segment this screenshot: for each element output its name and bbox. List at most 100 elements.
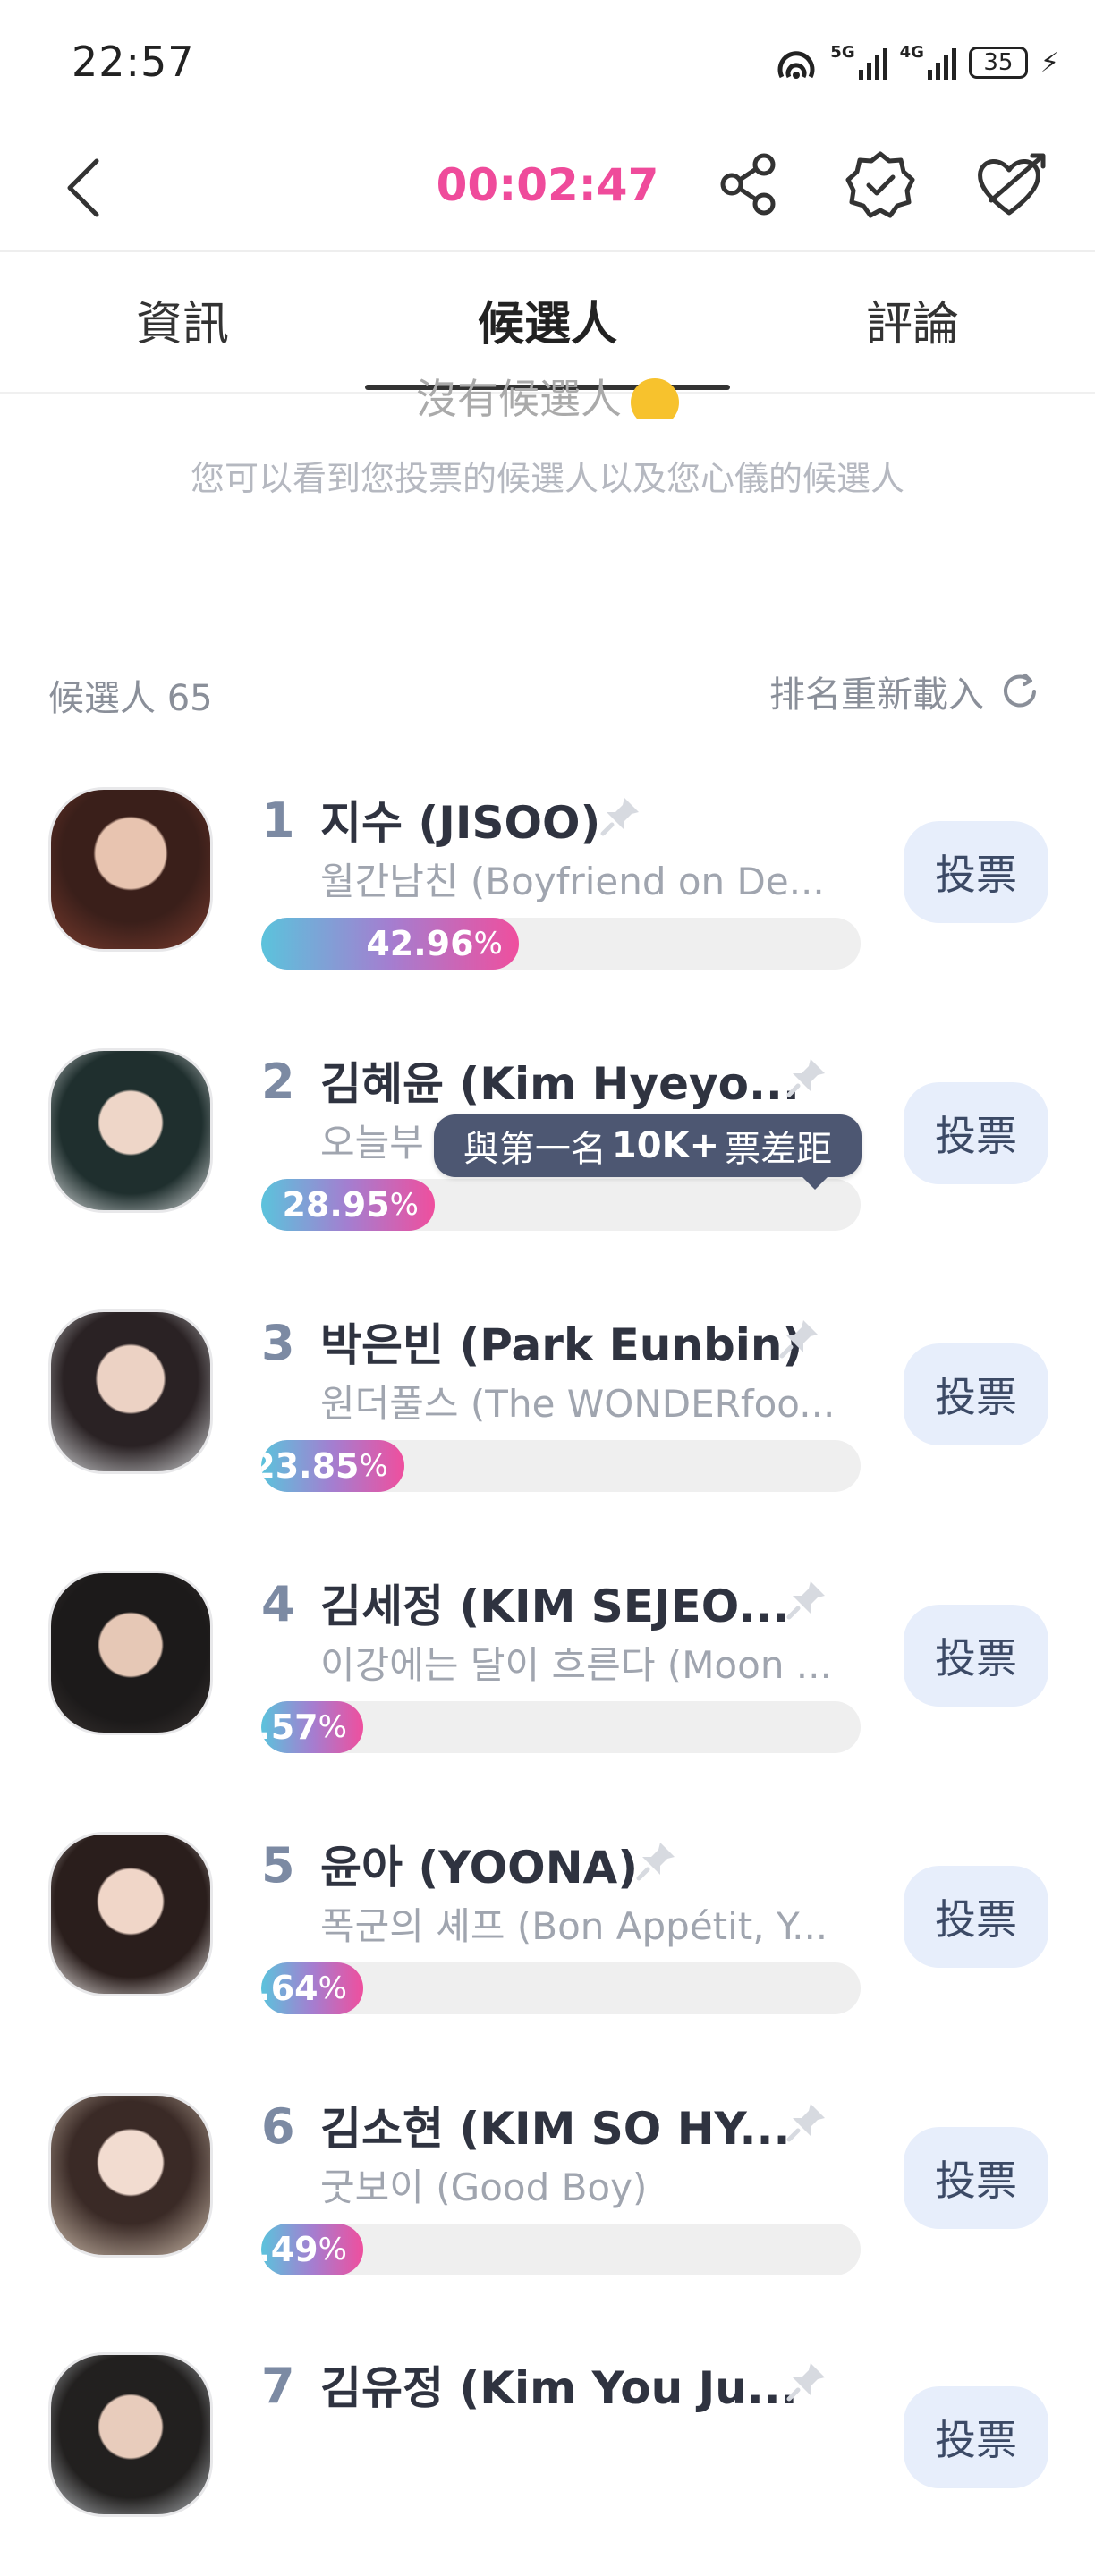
- pin-icon[interactable]: [784, 1576, 830, 1623]
- candidate-work: 폭군의 셰프 (Bon Appétit, Y...: [320, 1904, 828, 1948]
- signal-4g-icon: 4G: [900, 45, 956, 80]
- vote-percentage-fill: 28.95%: [261, 1179, 435, 1231]
- candidate-avatar[interactable]: [48, 1309, 213, 1474]
- tab-info[interactable]: 資訊: [4, 286, 361, 353]
- vote-percentage-fill: 0.49%: [261, 2224, 363, 2275]
- candidate-avatar[interactable]: [48, 1832, 213, 1996]
- empty-state-title: 沒有候選人: [0, 374, 1095, 419]
- pin-icon[interactable]: [784, 1054, 830, 1100]
- candidate-name: 김소현 (KIM SO HY...: [320, 2103, 791, 2155]
- candidate-rank: 2: [261, 1054, 295, 1110]
- signal-5g-icon: 5G: [830, 45, 887, 80]
- countdown-timer: 00:02:47: [436, 159, 659, 211]
- candidate-rank: 1: [261, 792, 295, 849]
- candidate-name: 김혜윤 (Kim Hyeyo...: [320, 1058, 800, 1110]
- vote-button[interactable]: 投票: [904, 1343, 1048, 1445]
- battery-icon: 35: [968, 47, 1028, 79]
- heart-arrow-icon[interactable]: [973, 147, 1048, 222]
- status-time: 22:57: [72, 38, 195, 86]
- refresh-icon: [1004, 674, 1036, 708]
- candidate-work: 이강에는 달이 흐른다 (Moon ...: [320, 1643, 832, 1687]
- percent-sign: %: [473, 926, 503, 962]
- percent-sign: %: [318, 1709, 347, 1745]
- candidate-row[interactable]: 1 지수 (JISOO) 월간남친 (Boyfriend on De... 42.96…: [0, 751, 1095, 1011]
- pin-icon[interactable]: [784, 2358, 830, 2404]
- tooltip-highlight: 10K+: [611, 1125, 720, 1166]
- percent-sign: %: [318, 2232, 347, 2267]
- vote-button[interactable]: 投票: [904, 821, 1048, 923]
- candidate-name: 윤아 (YOONA): [320, 1842, 639, 1894]
- pin-icon[interactable]: [633, 1837, 680, 1884]
- vote-percentage-fill: 1.57%: [261, 1701, 363, 1753]
- percent-sign: %: [318, 1970, 347, 2006]
- vote-percentage-fill: 42.96%: [261, 918, 519, 970]
- network-5g-label: 5G: [830, 43, 855, 62]
- candidate-avatar[interactable]: [48, 2352, 213, 2517]
- candidate-avatar[interactable]: [48, 1048, 213, 1213]
- candidate-name: 박은빈 (Park Eunbin): [320, 1319, 803, 1371]
- candidate-rank: 4: [261, 1576, 295, 1632]
- vote-button[interactable]: 投票: [904, 2386, 1048, 2488]
- candidate-row[interactable]: 6김소현 (KIM SO HY...굿보이 (Good Boy)0.49%投票: [0, 2057, 1095, 2317]
- charging-icon: ⚡: [1040, 47, 1059, 79]
- vote-percentage-value: 0.64: [261, 1969, 318, 2008]
- candidate-avatar[interactable]: [48, 2093, 213, 2258]
- tooltip-suffix: 票差距: [725, 1129, 833, 1170]
- candidate-rank: 6: [261, 2098, 295, 2155]
- candidate-row[interactable]: 4김세정 (KIM SEJEO...이강에는 달이 흐른다 (Moon ...1…: [0, 1535, 1095, 1794]
- vote-percentage-bar: 0.49%: [261, 2224, 861, 2275]
- vote-percentage-bar: 42.96%: [261, 918, 861, 970]
- status-icons: 5G 4G 35 ⚡: [775, 36, 1059, 89]
- candidate-list-header: 候選人 65 排名重新載入: [48, 664, 1041, 719]
- vote-button[interactable]: 投票: [904, 1082, 1048, 1184]
- crying-face-icon: [631, 377, 679, 419]
- vote-percentage-value: 1.57: [261, 1707, 318, 1747]
- percent-sign: %: [389, 1187, 419, 1223]
- top-app-bar: 00:02:47: [0, 125, 1095, 252]
- candidate-row[interactable]: 3 박은빈 (Park Eunbin) 원더풀스 (The WONDERfoo...…: [0, 1274, 1095, 1533]
- vote-percentage-bar: 28.95%: [261, 1179, 861, 1231]
- verified-badge-icon[interactable]: [843, 147, 918, 222]
- status-bar: 22:57 5G 4G 35 ⚡: [0, 0, 1095, 125]
- vote-gap-tooltip: 與第一名 10K+ 票差距: [434, 1114, 862, 1177]
- candidate-name: 김세정 (KIM SEJEO...: [320, 1580, 790, 1632]
- candidate-rank: 5: [261, 1837, 295, 1894]
- vote-percentage-value: 23.85: [261, 1446, 360, 1486]
- vote-button[interactable]: 投票: [904, 1866, 1048, 1968]
- vote-percentage-value: 28.95: [282, 1185, 390, 1224]
- empty-state-subtitle: 您可以看到您投票的候選人以及您心儀的候選人: [190, 459, 904, 498]
- vote-percentage-bar: 0.64%: [261, 1962, 861, 2014]
- tab-comments[interactable]: 評論: [734, 286, 1091, 353]
- candidate-avatar[interactable]: [48, 787, 213, 952]
- vote-percentage-bar: 23.85%: [261, 1440, 861, 1492]
- pin-icon[interactable]: [784, 2098, 830, 2145]
- tooltip-arrow: [801, 1175, 829, 1190]
- tooltip-prefix: 與第一名: [463, 1129, 607, 1170]
- candidate-rank: 7: [261, 2358, 295, 2414]
- vote-percentage-value: 0.49: [261, 2230, 318, 2269]
- share-icon[interactable]: [710, 147, 785, 222]
- pin-icon[interactable]: [598, 792, 644, 839]
- candidate-row[interactable]: 7 김유정 (Kim You Ju... 投票: [0, 2317, 1095, 2576]
- hotspot-icon: [777, 51, 815, 79]
- candidate-count: 候選人 65: [48, 678, 213, 719]
- vote-percentage-value: 42.96: [366, 924, 474, 963]
- candidate-work: 원더풀스 (The WONDERfoo...: [320, 1382, 836, 1426]
- empty-state-title-text: 沒有候選人: [416, 375, 622, 419]
- percent-sign: %: [359, 1448, 388, 1484]
- vote-percentage-bar: 1.57%: [261, 1701, 861, 1753]
- tab-candidates[interactable]: 候選人: [369, 286, 726, 353]
- candidate-rank: 3: [261, 1315, 295, 1371]
- candidate-row[interactable]: 5윤아 (YOONA)폭군의 셰프 (Bon Appétit, Y...0.64…: [0, 1796, 1095, 2055]
- vote-button[interactable]: 投票: [904, 2127, 1048, 2229]
- vote-percentage-fill: 0.64%: [261, 1962, 363, 2014]
- candidate-work: 굿보이 (Good Boy): [320, 2165, 648, 2209]
- reload-ranking-label: 排名重新載入: [769, 674, 984, 716]
- candidate-work: 월간남친 (Boyfriend on De...: [320, 860, 825, 903]
- vote-button[interactable]: 投票: [904, 1605, 1048, 1707]
- vote-percentage-fill: 23.85%: [261, 1440, 404, 1492]
- candidate-name: 지수 (JISOO): [320, 797, 601, 849]
- reload-ranking-button[interactable]: 排名重新載入: [769, 665, 1041, 717]
- pin-icon[interactable]: [777, 1315, 823, 1361]
- candidate-avatar[interactable]: [48, 1571, 213, 1735]
